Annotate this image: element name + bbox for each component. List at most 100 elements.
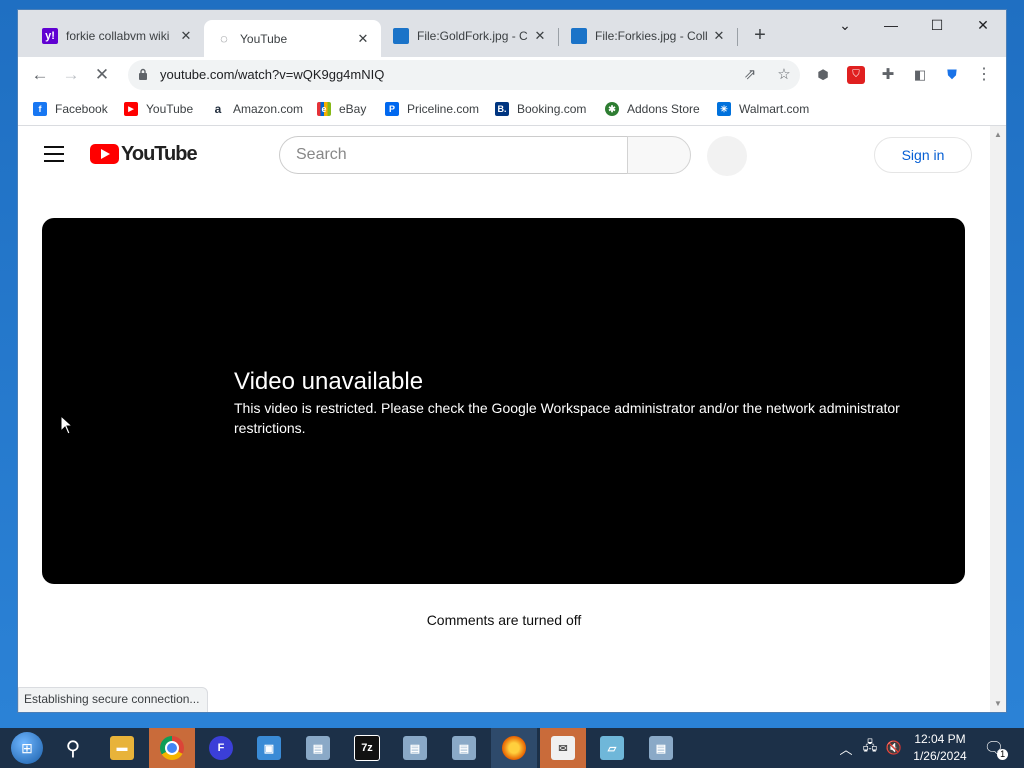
menu-hamburger-icon[interactable] bbox=[44, 146, 64, 162]
search-icon: ⚲ bbox=[65, 737, 81, 760]
clock-time: 12:04 PM bbox=[914, 732, 966, 746]
taskbar-7zip[interactable]: 7z bbox=[344, 728, 390, 768]
youtube-logo[interactable]: YouTube bbox=[90, 142, 198, 165]
youtube-logo-text: YouTube bbox=[121, 142, 198, 165]
tab-strip: y! forkie collabvm wiki ✕ ◌ YouTube ✕ Fi… bbox=[18, 10, 1006, 57]
back-button[interactable]: ← bbox=[30, 65, 50, 85]
volume-muted-icon[interactable]: 🔇 bbox=[884, 728, 904, 768]
taskbar-notepad[interactable]: ▱ bbox=[589, 728, 635, 768]
url-text: youtube.com/watch?v=wQK9gg4mNIQ bbox=[160, 67, 385, 82]
clock-date: 1/26/2024 bbox=[913, 749, 967, 763]
share-icon[interactable]: ⇗ bbox=[740, 65, 760, 85]
bookmark-label: YouTube bbox=[146, 102, 194, 116]
installer-icon: ▤ bbox=[403, 736, 427, 760]
close-tab-icon[interactable]: ✕ bbox=[532, 28, 548, 44]
bookmark-amazon[interactable]: a Amazon.com bbox=[211, 101, 303, 117]
chevron-up-icon: ︿ bbox=[839, 741, 853, 757]
tab-forkies[interactable]: File:Forkies.jpg - Coll ✕ bbox=[559, 20, 737, 52]
close-tab-icon[interactable]: ✕ bbox=[355, 31, 371, 47]
maximize-button[interactable]: ☐ bbox=[914, 10, 960, 40]
bookmark-ebay[interactable]: e eBay bbox=[317, 101, 366, 117]
stop-loading-button[interactable]: ✕ bbox=[92, 65, 112, 85]
windows-start-icon: ⊞ bbox=[11, 732, 43, 764]
taskbar-installer-3[interactable]: ▤ bbox=[441, 728, 487, 768]
security-shield-icon[interactable]: ⛊ bbox=[943, 66, 961, 84]
side-panel-icon[interactable]: ◧ bbox=[911, 66, 929, 84]
network-icon: ▣ bbox=[257, 736, 281, 760]
bookmark-label: Facebook bbox=[55, 102, 108, 116]
lock-icon bbox=[139, 68, 147, 80]
close-tab-icon[interactable]: ✕ bbox=[711, 28, 727, 44]
search-button[interactable] bbox=[627, 136, 691, 174]
mail-icon: ✉ bbox=[551, 736, 575, 760]
sign-in-button[interactable]: Sign in bbox=[874, 137, 972, 173]
addons-icon: ✱ bbox=[605, 102, 619, 116]
bookmark-priceline[interactable]: P Priceline.com bbox=[385, 101, 479, 117]
scroll-up-icon[interactable]: ▲ bbox=[994, 130, 1002, 139]
taskbar-chrome[interactable] bbox=[149, 728, 195, 768]
taskbar-network[interactable]: ▣ bbox=[246, 728, 292, 768]
search-taskbar-button[interactable]: ⚲ bbox=[50, 728, 96, 768]
bookmark-addons-store[interactable]: ✱ Addons Store bbox=[605, 101, 700, 117]
ublock-icon[interactable]: ⛉ bbox=[847, 66, 865, 84]
chrome-window: y! forkie collabvm wiki ✕ ◌ YouTube ✕ Fi… bbox=[18, 10, 1006, 712]
video-player[interactable]: Video unavailable This video is restrict… bbox=[42, 218, 965, 584]
notification-center-button[interactable]: 🗨 1 bbox=[980, 728, 1009, 768]
tab-goldfork[interactable]: File:GoldFork.jpg - C ✕ bbox=[381, 20, 558, 52]
monitor-favicon-icon bbox=[393, 28, 409, 44]
bookmark-label: Walmart.com bbox=[739, 102, 810, 116]
notification-icon: 🗨 1 bbox=[984, 738, 1009, 760]
bookmark-star-icon[interactable]: ☆ bbox=[774, 65, 794, 85]
start-button[interactable]: ⊞ bbox=[4, 728, 50, 768]
bookmark-youtube[interactable]: ▶ YouTube bbox=[124, 101, 193, 117]
taskbar-app[interactable]: F bbox=[198, 728, 244, 768]
error-message: This video is restricted. Please check t… bbox=[234, 400, 900, 436]
loading-spinner-icon: ◌ bbox=[220, 31, 228, 46]
priceline-icon: P bbox=[385, 102, 399, 116]
tab-search-button[interactable]: ⌄ bbox=[822, 10, 868, 40]
taskbar-mail[interactable]: ✉ bbox=[540, 728, 586, 768]
taskbar-firefox[interactable] bbox=[491, 728, 537, 768]
bookmark-walmart[interactable]: ✳ Walmart.com bbox=[717, 101, 809, 117]
forward-button[interactable]: → bbox=[61, 65, 81, 85]
chrome-menu-icon[interactable]: ⋮ bbox=[975, 66, 993, 84]
taskbar-installer-2[interactable]: ▤ bbox=[392, 728, 438, 768]
facebook-icon: f bbox=[33, 102, 47, 116]
tab-youtube[interactable]: ◌ YouTube ✕ bbox=[204, 20, 381, 57]
bookmark-booking[interactable]: B. Booking.com bbox=[495, 101, 586, 117]
bookmark-label: Priceline.com bbox=[407, 102, 480, 116]
taskbar-file-explorer[interactable]: ▬ bbox=[99, 728, 145, 768]
scroll-down-icon[interactable]: ▼ bbox=[994, 699, 1002, 708]
tab-title: File:GoldFork.jpg - C bbox=[417, 29, 528, 43]
tab-title: File:Forkies.jpg - Coll bbox=[595, 29, 708, 43]
close-window-button[interactable]: ✕ bbox=[960, 10, 1006, 40]
bookmarks-bar: f Facebook ▶ YouTube a Amazon.com e eBay P Pr… bbox=[18, 93, 1006, 126]
tab-title: forkie collabvm wiki bbox=[66, 29, 170, 43]
taskbar-installer-4[interactable]: ▤ bbox=[638, 728, 684, 768]
firefox-icon bbox=[502, 736, 526, 760]
taskbar-installer[interactable]: ▤ bbox=[295, 728, 341, 768]
close-tab-icon[interactable]: ✕ bbox=[178, 28, 194, 44]
voice-search-button[interactable] bbox=[707, 136, 747, 176]
address-bar[interactable]: youtube.com/watch?v=wQK9gg4mNIQ ⇗ ☆ bbox=[128, 60, 800, 90]
search-input[interactable]: Search bbox=[279, 136, 627, 174]
tab-forkie-wiki[interactable]: y! forkie collabvm wiki ✕ bbox=[30, 20, 204, 52]
network-tray-icon[interactable]: 🖧 bbox=[860, 728, 880, 768]
taskbar: ⊞ ⚲ ▬ F ▣ ▤ 7z ▤ ▤ ✉ ▱ ▤ ︿ 🖧 🔇 12:04 PM … bbox=[0, 728, 1024, 768]
extensions-puzzle-icon[interactable]: ✚ bbox=[879, 66, 897, 84]
notepad-icon: ▱ bbox=[600, 736, 624, 760]
page-scrollbar[interactable]: ▲ ▼ bbox=[990, 126, 1006, 712]
youtube-play-icon bbox=[90, 144, 119, 164]
notification-count: 1 bbox=[997, 749, 1009, 760]
search-placeholder: Search bbox=[296, 146, 347, 163]
yahoo-favicon-icon: y! bbox=[42, 28, 58, 44]
minimize-button[interactable]: — bbox=[868, 10, 914, 40]
youtube-icon: ▶ bbox=[124, 102, 138, 116]
status-bubble: Establishing secure connection... bbox=[18, 687, 209, 712]
new-tab-button[interactable]: + bbox=[748, 23, 772, 47]
extension-shield-icon[interactable]: ⬢ bbox=[814, 66, 832, 84]
bookmark-facebook[interactable]: f Facebook bbox=[33, 101, 108, 117]
show-hidden-icons-button[interactable]: ︿ bbox=[836, 728, 856, 768]
walmart-icon: ✳ bbox=[717, 102, 731, 116]
clock[interactable]: 12:04 PM 1/26/2024 bbox=[905, 731, 975, 765]
